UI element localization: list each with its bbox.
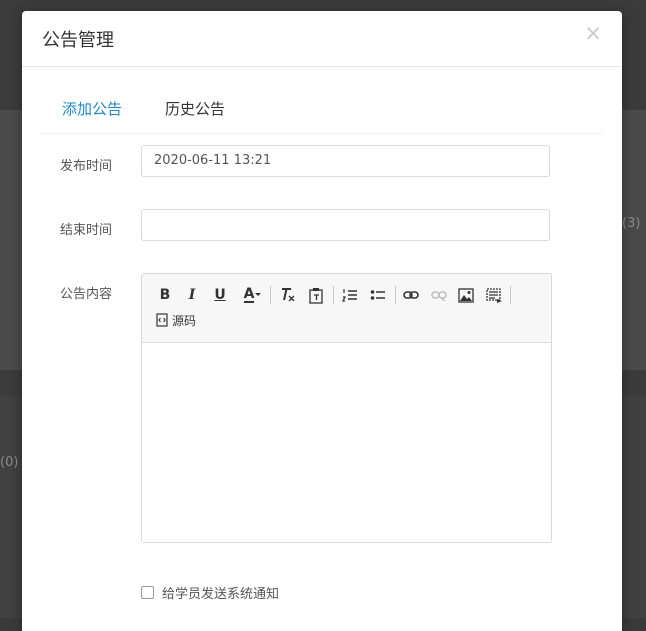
insert-media-button[interactable] (484, 284, 504, 306)
notify-students-option: 给学员发送系统通知 (141, 583, 279, 602)
tab-bar: 添加公告 历史公告 (40, 78, 602, 134)
end-time-input[interactable] (141, 209, 550, 241)
end-time-label: 结束时间 (60, 223, 113, 238)
bullet-list-icon (370, 290, 385, 300)
announcement-modal: 公告管理 × 添加公告 历史公告 发布时间 2020-06-11 13:21 结… (22, 11, 622, 631)
bold-button[interactable]: B (156, 284, 174, 306)
paste-text-button[interactable] (306, 284, 326, 306)
font-color-button[interactable]: A (240, 284, 266, 306)
insert-image-button[interactable] (456, 284, 476, 306)
close-button[interactable]: × (584, 23, 602, 44)
toolbar-separator (510, 286, 511, 304)
numbered-list-icon (342, 289, 357, 302)
publish-time-input[interactable]: 2020-06-11 13:21 (141, 145, 550, 177)
remove-format-icon (282, 288, 295, 302)
source-code-label: 源码 (172, 313, 197, 328)
bullet-list-button[interactable] (368, 284, 388, 306)
remove-format-button[interactable] (278, 284, 298, 306)
editor-toolbar: B I U A 源码 (142, 274, 551, 343)
publish-time-label: 发布时间 (60, 159, 113, 174)
link-icon (403, 291, 419, 299)
background-count-left: (0) (0, 455, 19, 470)
rich-text-editor: B I U A 源码 (141, 273, 552, 543)
notify-checkbox[interactable] (141, 586, 154, 599)
notify-label: 给学员发送系统通知 (162, 587, 280, 602)
numbered-list-button[interactable] (340, 284, 360, 306)
italic-button[interactable]: I (183, 284, 201, 306)
toolbar-separator (395, 286, 396, 304)
chevron-down-icon (255, 293, 262, 296)
insert-link-button[interactable] (401, 284, 421, 306)
source-code-icon (156, 313, 168, 327)
toolbar-separator (270, 286, 271, 304)
editor-content-area[interactable] (142, 343, 551, 542)
image-icon (458, 287, 474, 303)
tab-add-announcement[interactable]: 添加公告 (62, 98, 122, 119)
source-code-button[interactable]: 源码 (156, 310, 196, 330)
background-count-right: (3) (622, 216, 641, 231)
tab-history-announcement[interactable]: 历史公告 (165, 98, 225, 119)
content-label: 公告内容 (60, 287, 113, 302)
clipboard-icon (309, 287, 323, 304)
media-icon (485, 287, 502, 303)
toolbar-separator (333, 286, 334, 304)
unlink-button[interactable] (429, 284, 449, 306)
font-color-letter: A (243, 286, 255, 303)
unlink-icon (431, 291, 447, 301)
modal-title: 公告管理 (42, 30, 114, 51)
modal-header: 公告管理 × (22, 11, 622, 67)
underline-button[interactable]: U (211, 284, 229, 306)
